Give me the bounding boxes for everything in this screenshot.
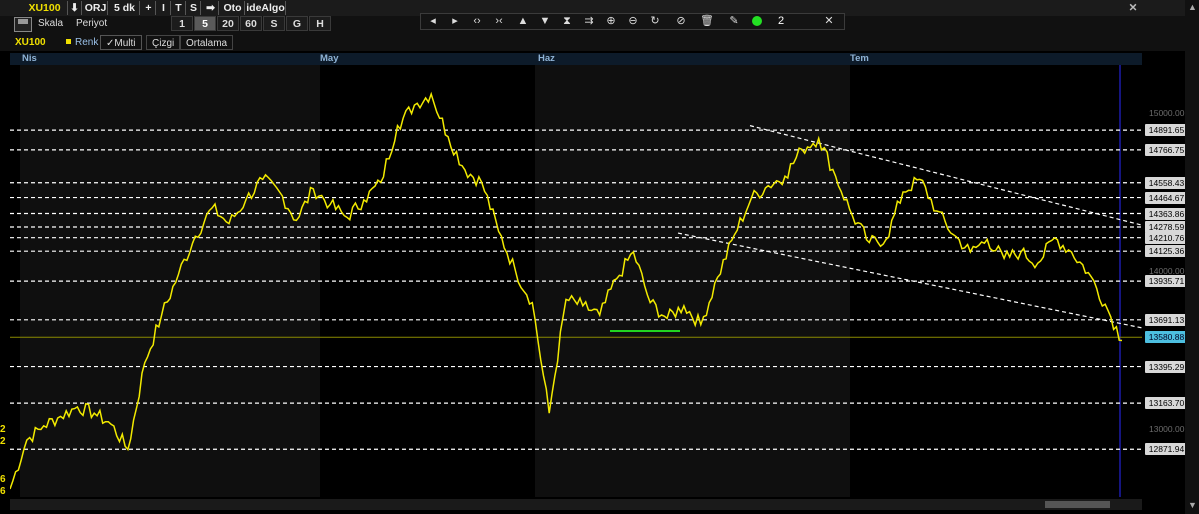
cizgi-button[interactable]: Çizgi [146, 35, 181, 50]
expand-icon[interactable]: ‹› [467, 14, 487, 29]
side-value: 6 [0, 486, 6, 497]
idealgo-button[interactable]: ideAlgo [246, 1, 286, 15]
level-price-tag: 14891.65 [1145, 124, 1188, 137]
session-band [20, 65, 320, 497]
arrow-right-small-icon[interactable]: ▸ [445, 14, 465, 29]
arrow-up-icon[interactable]: ▲ [513, 14, 533, 29]
price-chart[interactable] [10, 65, 1142, 497]
t-button[interactable]: T [172, 1, 186, 15]
cancel-icon[interactable]: ⊘ [671, 14, 691, 29]
arrow-right-icon[interactable]: ➡ [203, 1, 219, 15]
side-value: 6 [0, 474, 6, 485]
zoom-out-icon[interactable]: ⊖ [623, 14, 643, 29]
zoom-in-icon[interactable]: ⊕ [601, 14, 621, 29]
period-60-button[interactable]: 60 [240, 16, 262, 31]
swap-icon[interactable]: ⇉ [579, 14, 599, 29]
color-dot-icon[interactable] [747, 14, 767, 29]
s-button[interactable]: S [187, 1, 201, 15]
trash-icon[interactable]: 🗑 [697, 14, 717, 29]
download-icon[interactable]: ⬇ [68, 1, 82, 15]
level-price-tag: 14125.36 [1145, 245, 1188, 258]
refresh-icon[interactable]: ↻ [645, 14, 665, 29]
period-5-button[interactable]: 5 [194, 16, 216, 31]
current-price-tag: 13580.88 [1145, 331, 1188, 344]
period-1-button[interactable]: 1 [171, 16, 193, 31]
horizontal-scrollbar[interactable] [10, 499, 1142, 510]
line-width-value[interactable]: 2 [771, 14, 791, 29]
scroll-up-icon[interactable]: ▲ [1188, 2, 1197, 12]
price-tick: 15000.00 [1149, 108, 1185, 118]
level-price-tag: 13691.13 [1145, 313, 1188, 326]
compress-icon[interactable]: ⧗ [557, 14, 577, 29]
level-price-tag: 12871.94 [1145, 443, 1188, 456]
drawing-toolbar: ◂ ▸ ‹› ›‹ ▲ ▼ ⧗ ⇉ ⊕ ⊖ ↻ ⊘ 🗑 ✎ 2 ✕ [420, 13, 845, 30]
renk-button[interactable]: Renk [70, 35, 103, 50]
pen-icon[interactable]: ✎ [724, 14, 744, 29]
period-20-button[interactable]: 20 [217, 16, 239, 31]
shrink-icon[interactable]: ›‹ [489, 14, 509, 29]
i-button[interactable]: I [157, 1, 171, 15]
level-price-tag: 14464.67 [1145, 191, 1188, 204]
level-price-tag: 14363.86 [1145, 207, 1188, 220]
month-label: Tem [850, 53, 869, 64]
arrow-down-icon[interactable]: ▼ [535, 14, 555, 29]
level-price-tag: 13395.29 [1145, 360, 1188, 373]
periyot-label[interactable]: Periyot [76, 18, 107, 29]
month-label: May [320, 53, 339, 64]
oto-button[interactable]: Oto [221, 1, 245, 15]
month-label: Haz [538, 53, 555, 64]
add-button[interactable]: + [142, 1, 156, 15]
skala-label[interactable]: Skala [38, 18, 63, 29]
scroll-thumb[interactable] [1045, 501, 1110, 508]
orj-button[interactable]: ORJ [84, 1, 108, 15]
chart-plot-area[interactable] [10, 65, 1142, 497]
side-value: 2 [0, 424, 6, 435]
arrow-left-icon[interactable]: ◂ [423, 14, 443, 29]
price-tick: 13000.00 [1149, 424, 1185, 434]
multi-label: Multi [114, 38, 136, 49]
level-price-tag: 13935.71 [1145, 275, 1188, 288]
month-label: Nis [22, 53, 37, 64]
scroll-down-icon[interactable]: ▼ [1188, 500, 1197, 510]
legend-symbol[interactable]: XU100 [10, 35, 51, 50]
interval-button[interactable]: 5 dk [110, 1, 140, 15]
side-value: 2 [0, 436, 6, 447]
level-price-tag: 13163.70 [1145, 397, 1188, 410]
period-g-button[interactable]: G [286, 16, 308, 31]
period-h-button[interactable]: H [309, 16, 331, 31]
period-s-button[interactable]: S [263, 16, 285, 31]
multi-toggle[interactable]: ✓Multi [100, 35, 142, 50]
close-icon[interactable]: ✕ [1126, 1, 1140, 15]
level-price-tag: 14558.43 [1145, 176, 1188, 189]
time-axis: Nis May Haz Tem [10, 53, 1142, 65]
level-price-tag: 14210.76 [1145, 231, 1188, 244]
right-scrollbar[interactable]: ▲ ▼ [1185, 0, 1199, 514]
level-price-tag: 14766.75 [1145, 143, 1188, 156]
save-icon[interactable] [14, 17, 32, 32]
ortalama-button[interactable]: Ortalama [180, 35, 234, 50]
symbol-selector[interactable]: XU100 [22, 1, 68, 15]
drawbar-close-icon[interactable]: ✕ [819, 14, 839, 29]
